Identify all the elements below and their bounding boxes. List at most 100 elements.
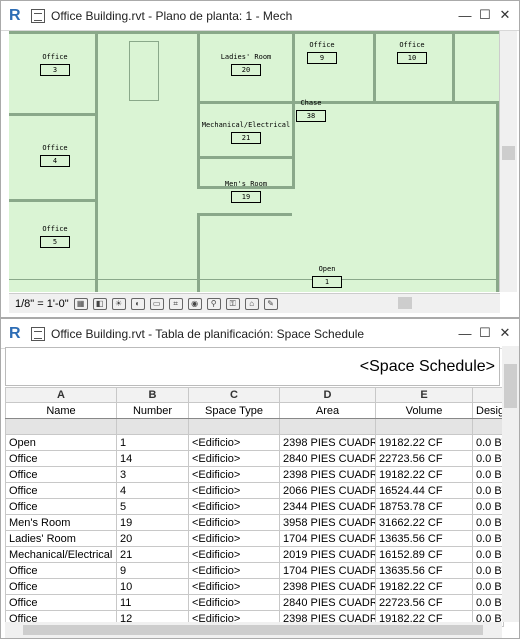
table-cell[interactable] [279,418,376,435]
scale-label[interactable]: 1/8" = 1'-0" [15,298,69,310]
table-cell[interactable]: 2840 PIES CUADR [279,594,376,611]
minimize-icon[interactable]: — [457,325,473,341]
table-cell[interactable]: A [5,387,117,403]
table-cell[interactable]: <Edificio> [188,498,280,515]
table-cell[interactable]: Office [5,466,117,483]
table-cell[interactable]: 31662.22 CF [375,514,473,531]
table-cell[interactable] [472,418,504,435]
table-cell[interactable]: 5 [116,498,189,515]
table-cell[interactable]: 21 [116,546,189,563]
visual-style-icon[interactable]: ◧ [92,297,107,310]
table-cell[interactable] [5,418,117,435]
table-cell[interactable]: 3958 PIES CUADR [279,514,376,531]
table-cell[interactable]: 0.0 BT [472,562,504,579]
table-cell[interactable]: 1 [116,434,189,451]
sun-path-icon[interactable]: ☀ [111,297,126,310]
table-cell[interactable]: 19182.22 CF [375,434,473,451]
table-cell[interactable]: <Edificio> [188,482,280,499]
table-cell[interactable]: Office [5,450,117,467]
table-cell[interactable]: 19182.22 CF [375,466,473,483]
scroll-thumb[interactable] [504,364,517,408]
table-cell[interactable]: <Edificio> [188,562,280,579]
table-cell[interactable]: 1704 PIES CUADR [279,562,376,579]
crop-view-icon[interactable]: ▭ [149,297,164,310]
table-cell[interactable]: Ladies' Room [5,530,117,547]
table-cell[interactable]: 16524.44 CF [375,482,473,499]
maximize-icon[interactable]: ☐ [477,325,493,341]
floor-plan-canvas[interactable]: Office 3 Ladies' Room 20 Office 9 Office… [9,31,500,292]
table-cell[interactable]: <Edificio> [188,530,280,547]
table-cell[interactable]: 1704 PIES CUADR [279,530,376,547]
table-cell[interactable]: D [279,387,376,403]
plan-horizontal-scrollbar[interactable] [300,295,495,311]
table-cell[interactable]: <Edificio> [188,594,280,611]
table-cell[interactable]: 10 [116,578,189,595]
schedule-horizontal-scrollbar[interactable] [5,622,502,638]
table-cell[interactable]: Number [116,402,189,419]
maximize-icon[interactable]: ☐ [477,7,493,23]
table-cell[interactable]: Desig [472,402,504,419]
room-tag-office-10[interactable]: Office 10 [394,41,430,64]
table-cell[interactable]: <Edificio> [188,450,280,467]
room-tag-mens-room[interactable]: Men's Room 19 [214,180,278,203]
table-cell[interactable]: <Edificio> [188,514,280,531]
table-cell[interactable]: Men's Room [5,514,117,531]
table-cell[interactable]: 19 [116,514,189,531]
reveal-hidden-icon[interactable]: ⚲ [206,297,221,310]
minimize-icon[interactable]: — [457,7,473,23]
close-icon[interactable]: ✕ [497,325,513,341]
table-cell[interactable]: 2398 PIES CUADR [279,578,376,595]
analytical-model-icon[interactable]: ⌂ [244,297,259,310]
room-tag-office-9[interactable]: Office 9 [304,41,340,64]
table-cell[interactable]: <Edificio> [188,466,280,483]
table-cell[interactable]: 14 [116,450,189,467]
close-icon[interactable]: ✕ [497,7,513,23]
schedule-titlebar[interactable]: R Office Building.rvt - Tabla de planifi… [1,319,519,349]
table-cell[interactable]: <Edificio> [188,546,280,563]
show-crop-icon[interactable]: ⌗ [168,297,183,310]
room-tag-chase[interactable]: Chase 38 [294,99,328,122]
table-cell[interactable]: 2344 PIES CUADR [279,498,376,515]
table-cell[interactable]: 9 [116,562,189,579]
table-cell[interactable]: 13635.56 CF [375,562,473,579]
scroll-thumb[interactable] [23,625,483,635]
table-cell[interactable]: 0.0 BT [472,594,504,611]
table-cell[interactable]: Office [5,594,117,611]
shadows-icon[interactable]: ◐ [130,297,145,310]
table-cell[interactable] [188,418,280,435]
schedule-vertical-scrollbar[interactable] [502,346,519,622]
table-cell[interactable]: 16152.89 CF [375,546,473,563]
table-cell[interactable]: Area [279,402,376,419]
table-cell[interactable] [472,387,504,403]
table-cell[interactable] [375,418,473,435]
room-tag-office-5[interactable]: Office 5 [37,225,73,248]
table-cell[interactable]: 20 [116,530,189,547]
lock-3d-icon[interactable]: ⚿ [225,297,240,310]
table-cell[interactable]: B [116,387,189,403]
table-cell[interactable]: 0.0 BT [472,578,504,595]
scroll-thumb[interactable] [398,297,412,309]
table-cell[interactable]: Space Type [188,402,280,419]
table-cell[interactable]: 0.0 BT [472,514,504,531]
table-cell[interactable]: 0.0 BT [472,530,504,547]
table-cell[interactable]: 0.0 BT [472,434,504,451]
table-cell[interactable]: 4 [116,482,189,499]
table-cell[interactable]: Office [5,482,117,499]
table-cell[interactable]: 2066 PIES CUADR [279,482,376,499]
table-cell[interactable]: 11 [116,594,189,611]
plan-titlebar[interactable]: R Office Building.rvt - Plano de planta:… [1,1,519,31]
table-cell[interactable]: <Edificio> [188,578,280,595]
table-cell[interactable]: 0.0 BT [472,466,504,483]
table-cell[interactable]: 2840 PIES CUADR [279,450,376,467]
table-cell[interactable]: E [375,387,473,403]
table-cell[interactable]: Office [5,498,117,515]
table-cell[interactable]: 22723.56 CF [375,450,473,467]
table-cell[interactable]: <Edificio> [188,434,280,451]
table-cell[interactable]: 0.0 BT [472,498,504,515]
highlight-icon[interactable]: ✎ [263,297,278,310]
plan-vertical-scrollbar[interactable] [500,31,517,292]
table-cell[interactable]: Office [5,562,117,579]
table-cell[interactable]: 0.0 BT [472,546,504,563]
table-cell[interactable] [116,418,189,435]
table-cell[interactable]: 0.0 BT [472,450,504,467]
